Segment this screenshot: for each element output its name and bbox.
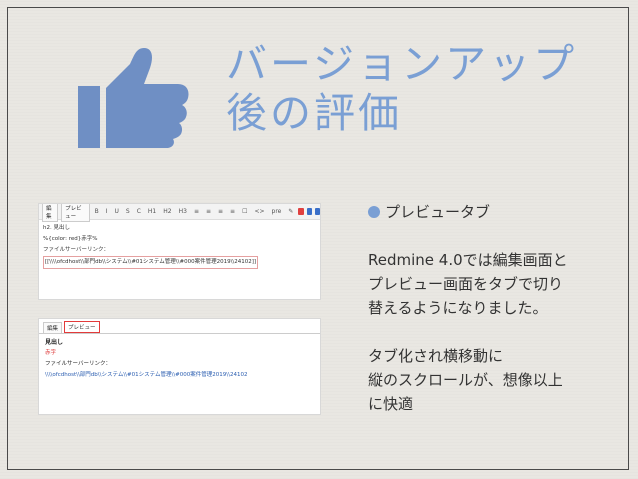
tab-preview-active[interactable]: プレビュー <box>64 321 100 333</box>
paragraph1-line-3: 替えるようになりました。 <box>368 299 548 317</box>
h1-button[interactable]: H1 <box>146 208 158 215</box>
help-icon[interactable] <box>314 208 320 215</box>
bullet-item: プレビュータブ <box>368 200 623 224</box>
red-image-icon[interactable] <box>298 208 304 215</box>
bullet-text: プレビュータブ <box>385 203 491 221</box>
link-button[interactable]: ✎ <box>286 208 295 215</box>
paragraph2-line-1: タブ化され横移動に <box>368 347 504 365</box>
slide-body: プレビュータブ Redmine 4.0では編集画面と プレビュー画面をタブで切り… <box>368 200 623 416</box>
ordered-list-button[interactable]: ≡ <box>204 208 213 215</box>
paragraph1-line-2: プレビュー画面をタブで切り <box>368 275 564 293</box>
preview-label: ファイルサーバーリンク： <box>45 361 111 367</box>
tab-edit[interactable]: 編集 <box>43 322 63 333</box>
editor-textarea[interactable]: h2. 見出し %{color: red}赤字% ファイルサーバーリンク： [[… <box>39 220 320 270</box>
editor-toolbar: 編集 プレビュー B I U S C H1 H2 H3 ≡ ≡ ≡ ≡ ☐ <>… <box>39 204 320 222</box>
italic-button[interactable]: I <box>104 208 110 215</box>
editor-line-4: [[\\\\ofcdhost\\部門db\\システム\\#01システム管理\\#… <box>43 256 316 269</box>
editor-line-1: h2. 見出し <box>43 225 70 231</box>
indent-button[interactable]: ≡ <box>216 208 225 215</box>
code-block-button[interactable]: <> <box>252 208 266 215</box>
pre-button[interactable]: pre <box>270 208 284 215</box>
editor-line-2: %{color: red}赤字% <box>43 236 98 242</box>
preview-red-text: 赤字 <box>45 350 57 356</box>
bullet-dot-icon <box>368 206 380 218</box>
h2-button[interactable]: H2 <box>161 208 173 215</box>
tab-edit[interactable]: 編集 <box>42 204 59 222</box>
preview-tabs: 編集 プレビュー <box>39 319 320 334</box>
paragraph1-line-1: Redmine 4.0では編集画面と <box>368 251 568 269</box>
underline-button[interactable]: U <box>113 208 121 215</box>
code-button[interactable]: C <box>135 208 143 215</box>
outdent-button[interactable]: ≡ <box>228 208 237 215</box>
slide-title: バージョンアップ 後の評価 <box>226 40 626 138</box>
preview-link[interactable]: \\\\ofcdhost\\部門db\\システム\\#01システム管理\\#00… <box>45 370 314 381</box>
tab-preview[interactable]: プレビュー <box>61 204 90 222</box>
title-line-1: バージョンアップ <box>226 40 578 88</box>
table-button[interactable]: ☐ <box>240 208 249 215</box>
preview-screenshot: 編集 プレビュー 見出し 赤字 ファイルサーバーリンク： \\\\ofcdhos… <box>38 318 321 415</box>
h3-button[interactable]: H3 <box>177 208 189 215</box>
paragraph2-line-2: 縦のスクロールが、想像以上 <box>368 371 563 389</box>
preview-content: 見出し 赤字 ファイルサーバーリンク： \\\\ofcdhost\\部門db\\… <box>39 334 320 384</box>
bold-button[interactable]: B <box>93 208 101 215</box>
title-line-2: 後の評価 <box>226 89 402 137</box>
editor-link-text: [[\\\\ofcdhost\\部門db\\システム\\#01システム管理\\#… <box>43 256 259 269</box>
editor-line-3: ファイルサーバーリンク： <box>43 247 109 253</box>
list-button[interactable]: ≡ <box>192 208 201 215</box>
thumbs-up-icon <box>78 48 189 148</box>
strike-button[interactable]: S <box>124 208 132 215</box>
blue-image-icon[interactable] <box>306 208 312 215</box>
editor-screenshot: 編集 プレビュー B I U S C H1 H2 H3 ≡ ≡ ≡ ≡ ☐ <>… <box>38 203 321 300</box>
preview-heading: 見出し <box>45 339 64 346</box>
paragraph2-line-3: に快適 <box>368 395 414 413</box>
